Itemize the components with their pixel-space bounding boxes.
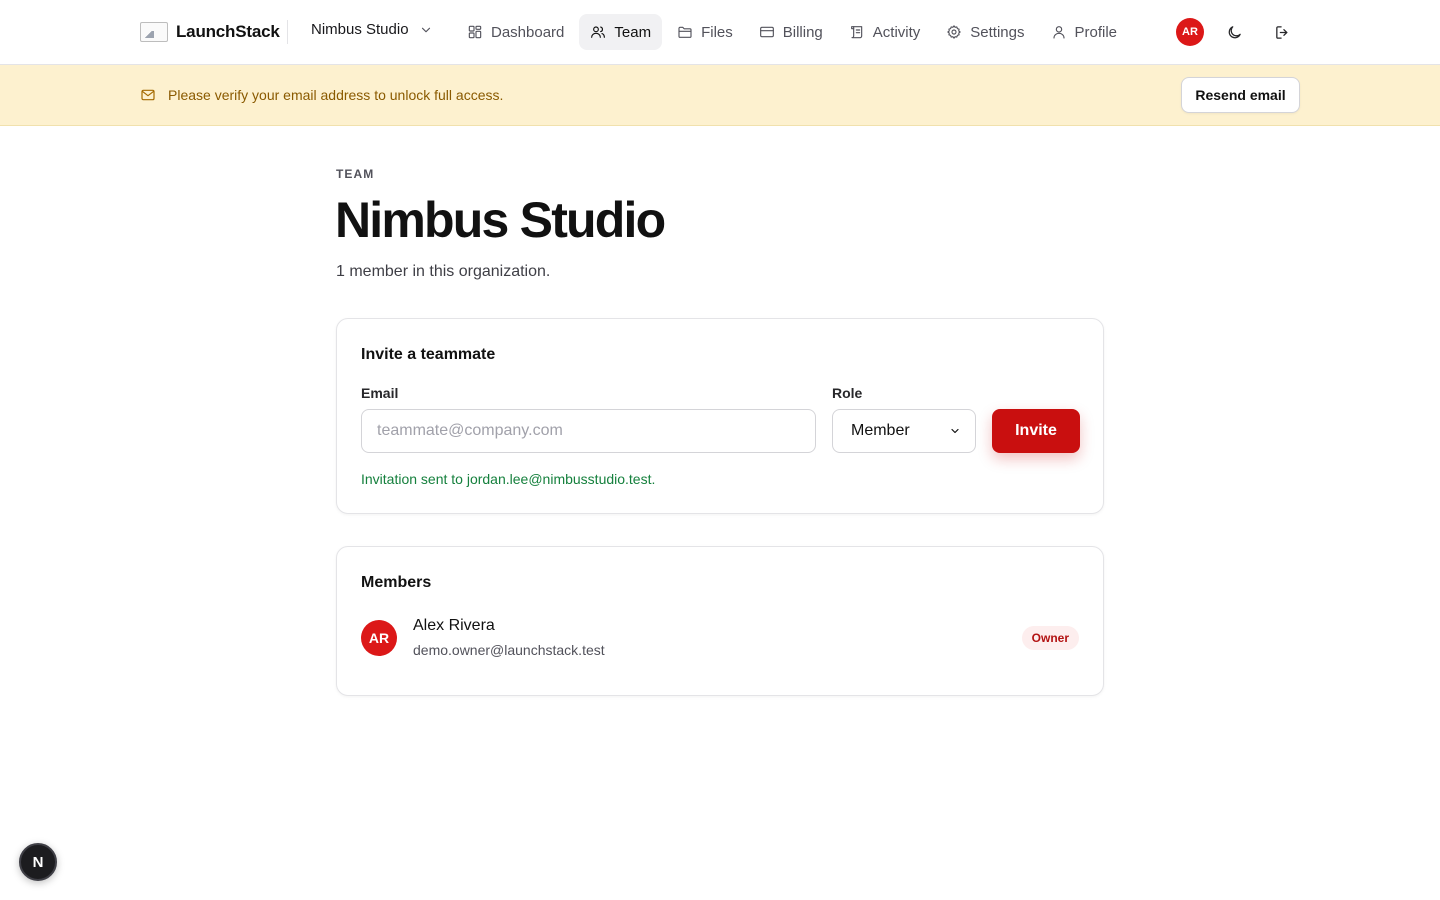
scroll-icon — [850, 26, 863, 39]
chevron-down-icon — [421, 27, 430, 32]
org-switcher[interactable]: Nimbus Studio — [311, 21, 433, 38]
users-icon — [591, 26, 606, 38]
nav-item-label: Files — [701, 23, 733, 41]
main-nav: Dashboard Team Files Billing Activity Se… — [456, 14, 1128, 50]
brand[interactable]: LaunchStack — [140, 18, 280, 46]
invite-button[interactable]: Invite — [992, 409, 1080, 453]
nav-item-activity[interactable]: Activity — [838, 14, 932, 50]
role-label: Role — [832, 385, 863, 401]
page-subtitle: 1 member in this organization. — [336, 263, 551, 280]
logout-icon — [1275, 25, 1287, 39]
members-card: Members AR Alex Rivera demo.owner@launch… — [336, 546, 1104, 696]
invite-card: Invite a teammate Email Role Member Invi… — [336, 318, 1104, 514]
nav-item-label: Activity — [872, 23, 921, 41]
nav-item-label: Profile — [1074, 23, 1118, 41]
page-title: Nimbus Studio — [335, 192, 666, 248]
org-switcher-label: Nimbus Studio — [311, 21, 409, 38]
members-card-title: Members — [361, 574, 432, 591]
logout-button[interactable] — [1270, 20, 1294, 44]
nav-item-files[interactable]: Files — [666, 14, 744, 50]
dashboard-icon — [468, 25, 482, 39]
email-input[interactable] — [361, 409, 816, 453]
header-divider — [287, 20, 288, 44]
invite-success-message: Invitation sent to jordan.lee@nimbusstud… — [361, 471, 656, 487]
nav-item-label: Billing — [782, 23, 823, 41]
nav-item-dashboard[interactable]: Dashboard — [456, 14, 575, 50]
gear-icon — [947, 25, 961, 39]
invite-card-title: Invite a teammate — [361, 346, 496, 363]
nav-item-settings[interactable]: Settings — [935, 14, 1035, 50]
brand-name: LaunchStack — [176, 22, 280, 41]
member-avatar: AR — [361, 620, 397, 656]
top-navigation-bar: LaunchStack Nimbus Studio Dashboard Team… — [0, 0, 1440, 65]
mail-icon — [141, 89, 155, 101]
dev-tools-badge[interactable]: N — [19, 843, 57, 881]
chevron-down-icon — [951, 428, 959, 434]
user-icon — [1052, 26, 1065, 39]
member-email: demo.owner@launchstack.test — [413, 642, 605, 658]
theme-toggle-button[interactable] — [1222, 20, 1246, 44]
role-select-value: Member — [851, 422, 910, 439]
role-select[interactable]: Member — [832, 409, 976, 453]
nav-item-label: Team — [614, 23, 652, 41]
member-name: Alex Rivera — [413, 617, 495, 634]
resend-email-button[interactable]: Resend email — [1181, 77, 1300, 113]
credit-card-icon — [759, 26, 774, 38]
banner-message-text: Please verify your email address to unlo… — [168, 87, 504, 103]
folder-icon — [678, 26, 692, 38]
email-label: Email — [361, 385, 399, 401]
nav-item-team[interactable]: Team — [579, 14, 663, 50]
page-eyebrow: TEAM — [336, 167, 375, 181]
nav-item-profile[interactable]: Profile — [1040, 14, 1129, 50]
brand-logo-icon — [140, 22, 168, 42]
user-avatar[interactable]: AR — [1176, 18, 1204, 46]
nav-item-label: Dashboard — [491, 23, 565, 41]
moon-icon — [1228, 25, 1241, 38]
nav-item-billing[interactable]: Billing — [748, 14, 834, 50]
member-row: AR Alex Rivera demo.owner@launchstack.te… — [361, 617, 1079, 661]
member-role-badge: Owner — [1021, 626, 1079, 650]
verify-email-banner: Please verify your email address to unlo… — [0, 65, 1440, 126]
nav-item-label: Settings — [970, 23, 1025, 41]
banner-message: Please verify your email address to unlo… — [140, 87, 503, 103]
